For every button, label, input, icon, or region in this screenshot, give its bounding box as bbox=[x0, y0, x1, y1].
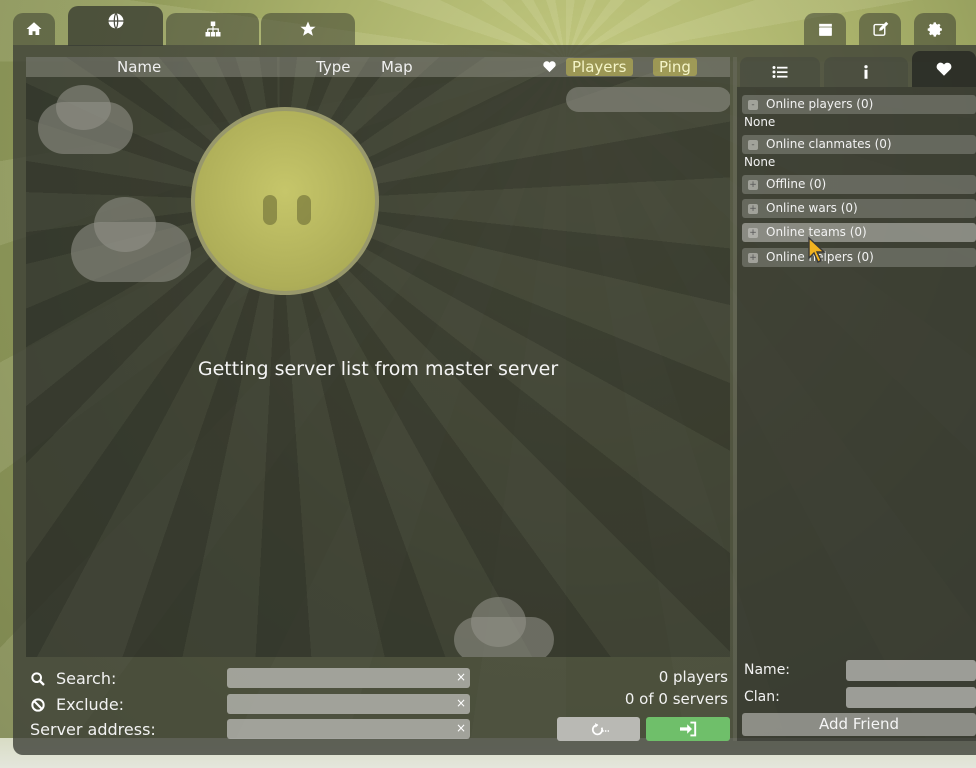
collapse-toggle[interactable]: - bbox=[748, 140, 758, 150]
list-icon bbox=[772, 66, 788, 78]
status-message: Getting server list from master server bbox=[197, 358, 559, 380]
friend-name-label: Name: bbox=[744, 662, 791, 678]
sun-right-eye bbox=[297, 195, 311, 225]
column-map[interactable]: Map bbox=[381, 58, 413, 76]
search-clear-button[interactable]: × bbox=[456, 670, 466, 684]
group-label: Online players (0) bbox=[766, 97, 874, 111]
expand-toggle[interactable]: + bbox=[748, 180, 758, 190]
connect-button[interactable] bbox=[646, 717, 730, 741]
refresh-icon bbox=[591, 723, 609, 736]
column-favorite[interactable] bbox=[542, 59, 557, 78]
tab-favorites[interactable] bbox=[261, 13, 355, 45]
group-online-teams[interactable]: + Online teams (0) bbox=[742, 223, 976, 242]
group-label: Online wars (0) bbox=[766, 201, 858, 215]
star-icon bbox=[300, 21, 316, 36]
exclude-clear-button[interactable]: × bbox=[456, 696, 466, 710]
background-cloud bbox=[56, 85, 111, 130]
tab-internet[interactable] bbox=[68, 6, 163, 46]
search-input[interactable] bbox=[227, 669, 470, 690]
tab-settings[interactable] bbox=[914, 13, 956, 45]
group-empty-text: None bbox=[744, 115, 776, 129]
group-offline[interactable]: + Offline (0) bbox=[742, 175, 976, 194]
tab-lan[interactable] bbox=[166, 13, 259, 45]
friend-name-input[interactable] bbox=[846, 660, 976, 683]
search-label: Search: bbox=[56, 669, 117, 688]
globe-icon bbox=[108, 13, 123, 29]
column-players[interactable]: Players bbox=[566, 58, 633, 76]
search-icon bbox=[31, 672, 45, 686]
friend-clan-input[interactable] bbox=[846, 687, 976, 710]
group-label: Offline (0) bbox=[766, 177, 827, 191]
edit-icon bbox=[872, 21, 888, 36]
list-background-rays bbox=[26, 57, 730, 657]
sun-left-eye bbox=[263, 195, 277, 225]
friend-clan-field[interactable] bbox=[846, 687, 976, 710]
server-list-header: Name Type Map Players Ping bbox=[26, 57, 730, 77]
friend-clan-label: Clan: bbox=[744, 689, 780, 705]
exclude-field[interactable]: × bbox=[227, 694, 470, 716]
tab-info[interactable] bbox=[824, 57, 908, 87]
column-type[interactable]: Type bbox=[316, 58, 350, 76]
tab-demos[interactable] bbox=[804, 13, 846, 45]
heart-icon bbox=[543, 61, 556, 73]
server-address-input[interactable] bbox=[227, 720, 470, 741]
tab-friends[interactable] bbox=[912, 51, 976, 87]
home-icon bbox=[26, 22, 42, 35]
player-count: 0 players bbox=[658, 668, 728, 686]
server-address-label: Server address: bbox=[30, 720, 156, 739]
sign-in-icon bbox=[680, 721, 697, 737]
exclude-input[interactable] bbox=[227, 695, 470, 716]
search-field[interactable]: × bbox=[227, 668, 470, 690]
server-list[interactable] bbox=[26, 57, 730, 657]
background-cloud bbox=[94, 197, 156, 252]
group-online-wars[interactable]: + Online wars (0) bbox=[742, 199, 976, 218]
collapse-toggle[interactable]: - bbox=[748, 100, 758, 110]
server-address-field[interactable]: × bbox=[227, 719, 470, 741]
refresh-button[interactable] bbox=[557, 717, 640, 741]
tab-editor[interactable] bbox=[859, 13, 901, 45]
group-online-players[interactable]: - Online players (0) bbox=[742, 95, 976, 114]
group-online-clanmates[interactable]: - Online clanmates (0) bbox=[742, 135, 976, 154]
clapperboard-icon bbox=[818, 23, 832, 36]
server-address-clear-button[interactable]: × bbox=[456, 721, 466, 735]
friend-name-field[interactable] bbox=[846, 660, 976, 683]
background-cloud bbox=[566, 87, 730, 112]
background-cloud bbox=[471, 597, 526, 647]
info-icon bbox=[864, 65, 868, 79]
gear-icon bbox=[927, 21, 942, 37]
tab-server-info-list[interactable] bbox=[740, 57, 820, 87]
heart-icon bbox=[936, 62, 952, 76]
server-count: 0 of 0 servers bbox=[624, 690, 728, 708]
column-name[interactable]: Name bbox=[117, 58, 161, 76]
group-label: Online clanmates (0) bbox=[766, 137, 892, 151]
column-ping[interactable]: Ping bbox=[653, 58, 697, 76]
tab-home[interactable] bbox=[13, 13, 55, 45]
add-friend-button[interactable]: Add Friend bbox=[742, 713, 976, 736]
expand-toggle[interactable]: + bbox=[748, 204, 758, 214]
background-sun bbox=[191, 107, 379, 295]
exclude-icon bbox=[31, 698, 45, 712]
network-icon bbox=[205, 21, 220, 37]
group-empty-text: None bbox=[744, 155, 776, 169]
expand-toggle[interactable]: + bbox=[748, 228, 758, 238]
mouse-cursor-icon bbox=[808, 236, 826, 263]
friends-tab-bar bbox=[740, 51, 976, 87]
exclude-label: Exclude: bbox=[56, 695, 125, 714]
group-online-helpers[interactable]: + Online helpers (0) bbox=[742, 248, 976, 267]
expand-toggle[interactable]: + bbox=[748, 253, 758, 263]
